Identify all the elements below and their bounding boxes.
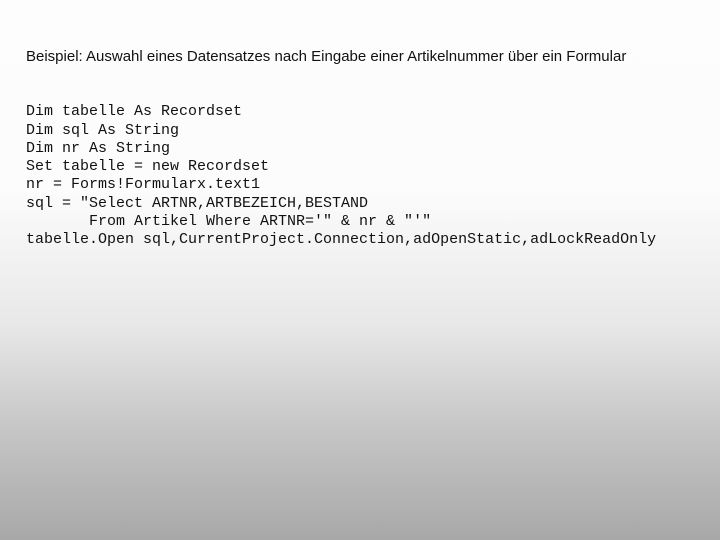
code-line: sql = "Select ARTNR,ARTBEZEICH,BESTAND [26,195,368,212]
code-line: From Artikel Where ARTNR='" & nr & "'" [26,213,431,230]
code-line: nr = Forms!Formularx.text1 [26,176,260,193]
code-line: Dim nr As String [26,140,170,157]
slide-heading: Beispiel: Auswahl eines Datensatzes nach… [26,48,694,65]
code-line: tabelle.Open sql,CurrentProject.Connecti… [26,231,656,248]
code-block: Dim tabelle As Recordset Dim sql As Stri… [26,85,694,250]
code-line: Dim sql As String [26,122,179,139]
slide: Beispiel: Auswahl eines Datensatzes nach… [0,0,720,270]
code-line: Set tabelle = new Recordset [26,158,269,175]
code-line: Dim tabelle As Recordset [26,103,242,120]
